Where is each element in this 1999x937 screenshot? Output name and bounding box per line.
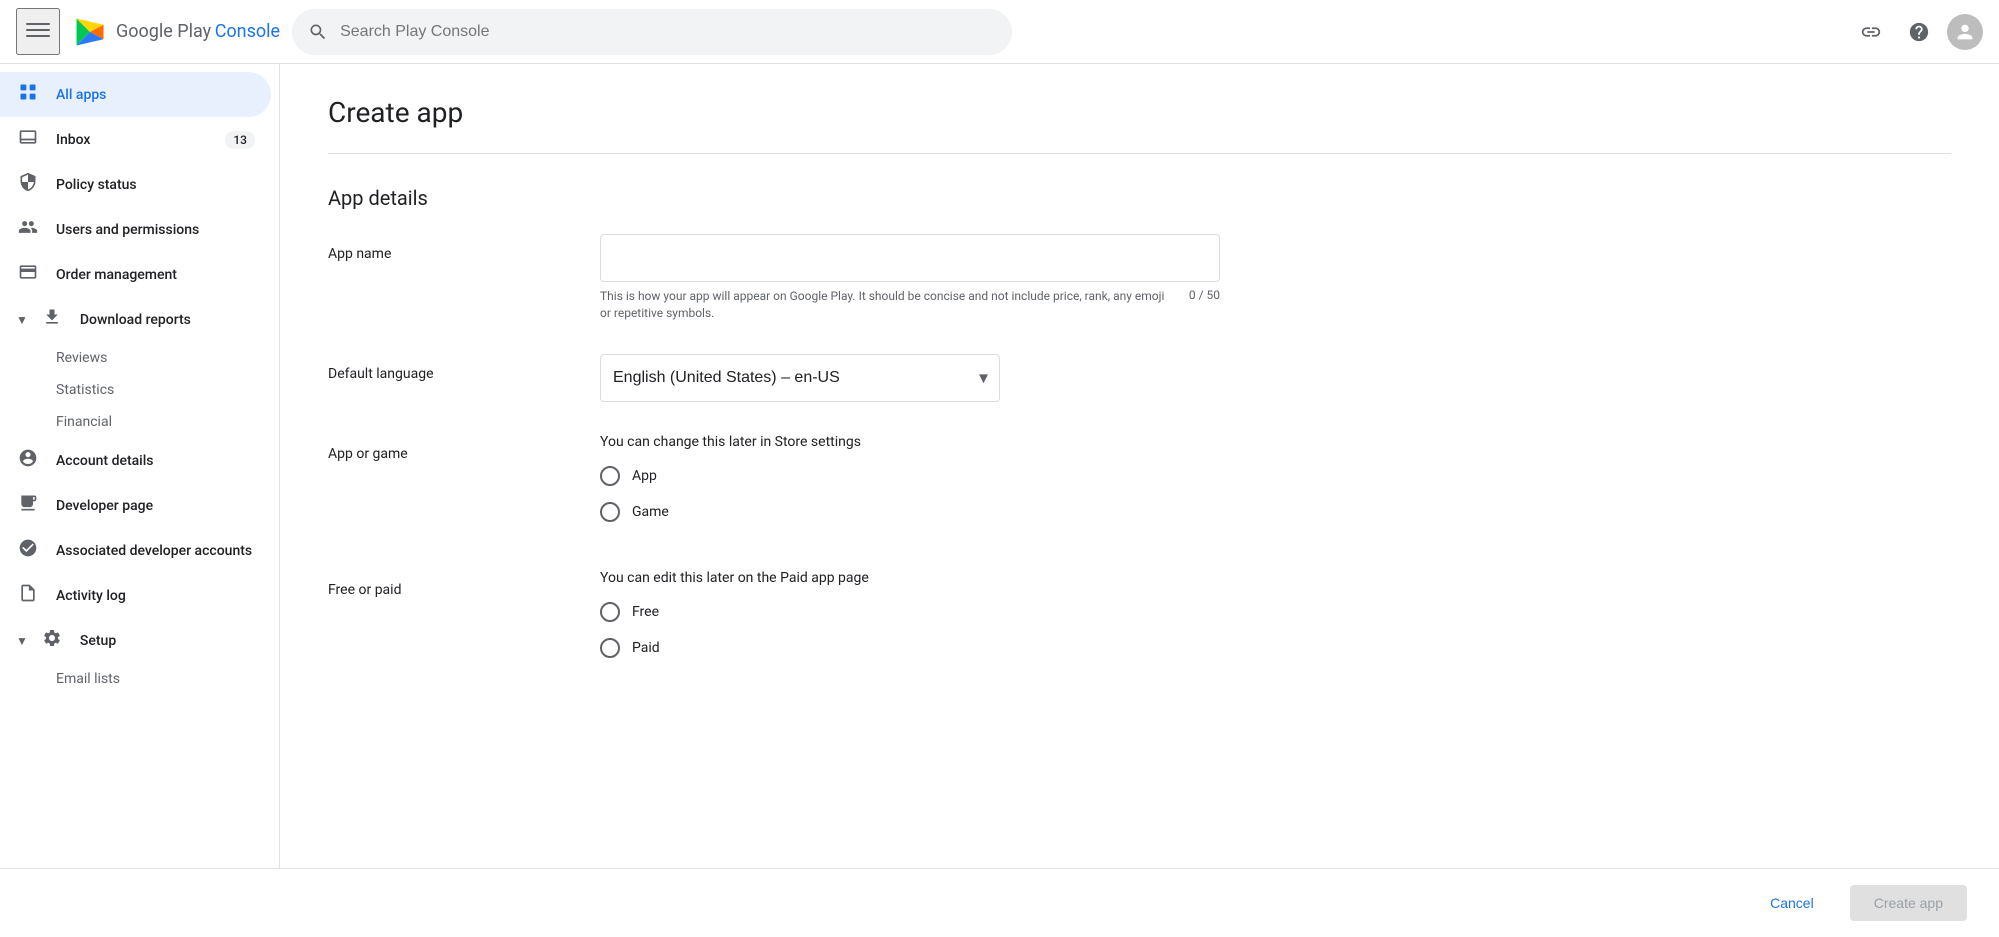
inbox-badge: 13 — [225, 131, 255, 149]
app-radio-circle[interactable] — [600, 466, 620, 486]
page-title: Create app — [328, 96, 1951, 129]
sidebar: All apps Inbox 13 Policy status Users an… — [0, 64, 280, 868]
sidebar-label-activity: Activity log — [56, 588, 126, 604]
download-icon — [40, 307, 64, 332]
all-apps-icon — [16, 82, 40, 107]
create-app-button[interactable]: Create app — [1850, 885, 1967, 921]
app-or-game-row: App or game You can change this later in… — [328, 434, 1951, 538]
search-icon — [308, 22, 328, 42]
link-icon-button[interactable] — [1851, 12, 1891, 52]
users-icon — [16, 217, 40, 242]
account-icon — [16, 448, 40, 473]
app-or-game-field: You can change this later in Store setti… — [600, 434, 1220, 538]
sidebar-label-policy: Policy status — [56, 177, 137, 193]
activity-icon — [16, 583, 40, 608]
free-or-paid-label: Free or paid — [328, 570, 568, 598]
app-or-game-label: App or game — [328, 434, 568, 462]
paid-radio-label: Paid — [632, 640, 660, 656]
app-game-hint: You can change this later in Store setti… — [600, 434, 1220, 450]
policy-icon — [16, 172, 40, 197]
free-paid-hint: You can edit this later on the Paid app … — [600, 570, 1220, 586]
app-name-row: App name This is how your app will appea… — [328, 234, 1951, 322]
sidebar-item-statistics[interactable]: Statistics — [0, 374, 279, 406]
game-radio-label: Game — [632, 504, 669, 520]
char-count: 0 / 50 — [1189, 288, 1220, 322]
menu-icon[interactable] — [16, 8, 60, 55]
main-content: Create app App details App name This is … — [280, 64, 1999, 868]
sidebar-label-developer: Developer page — [56, 498, 153, 514]
paid-radio-circle[interactable] — [600, 638, 620, 658]
free-radio-label: Free — [632, 604, 659, 620]
footer: Cancel Create app — [0, 868, 1999, 937]
expand-setup-icon: ▼ — [16, 634, 28, 648]
inbox-icon — [16, 127, 40, 152]
main-layout: All apps Inbox 13 Policy status Users an… — [0, 64, 1999, 868]
default-language-row: Default language English (United States)… — [328, 354, 1951, 402]
sidebar-label-inbox: Inbox — [56, 132, 90, 148]
section-title: App details — [328, 186, 1951, 210]
sidebar-label-financial: Financial — [56, 414, 112, 430]
free-or-paid-row: Free or paid You can edit this later on … — [328, 570, 1951, 674]
game-radio-circle[interactable] — [600, 502, 620, 522]
header: Google Play Console — [0, 0, 1999, 64]
default-language-label: Default language — [328, 354, 568, 382]
app-name-hint: This is how your app will appear on Goog… — [600, 288, 1220, 322]
sidebar-label-account: Account details — [56, 453, 154, 469]
header-actions — [1851, 12, 1983, 52]
sidebar-item-activity[interactable]: Activity log — [0, 573, 271, 618]
free-radio-option[interactable]: Free — [600, 602, 1220, 622]
app-radio-option[interactable]: App — [600, 466, 1220, 486]
app-logo: Google Play Console — [72, 14, 280, 50]
sidebar-item-all-apps[interactable]: All apps — [0, 72, 271, 117]
associated-icon — [16, 538, 40, 563]
sidebar-label-email-lists: Email lists — [56, 671, 120, 687]
help-icon-button[interactable] — [1899, 12, 1939, 52]
free-radio-circle[interactable] — [600, 602, 620, 622]
app-name-input[interactable] — [600, 234, 1220, 282]
free-or-paid-field: You can edit this later on the Paid app … — [600, 570, 1220, 674]
sidebar-item-policy[interactable]: Policy status — [0, 162, 271, 207]
language-select[interactable]: English (United States) – en-US English … — [600, 354, 1000, 402]
sidebar-item-account[interactable]: Account details — [0, 438, 271, 483]
sidebar-item-users[interactable]: Users and permissions — [0, 207, 271, 252]
sidebar-item-reviews[interactable]: Reviews — [0, 342, 279, 374]
order-icon — [16, 262, 40, 287]
sidebar-label-associated: Associated developer accounts — [56, 543, 252, 559]
sidebar-label-users: Users and permissions — [56, 222, 199, 238]
game-radio-option[interactable]: Game — [600, 502, 1220, 522]
default-language-field: English (United States) – en-US English … — [600, 354, 1220, 402]
sidebar-item-setup[interactable]: ▼ Setup — [0, 618, 271, 663]
cancel-button[interactable]: Cancel — [1746, 885, 1838, 921]
search-bar[interactable] — [292, 9, 1012, 55]
sidebar-item-financial[interactable]: Financial — [0, 406, 279, 438]
language-select-wrapper: English (United States) – en-US English … — [600, 354, 1000, 402]
sidebar-item-email-lists[interactable]: Email lists — [0, 663, 279, 695]
sidebar-item-developer[interactable]: Developer page — [0, 483, 271, 528]
developer-icon — [16, 493, 40, 518]
sidebar-item-inbox[interactable]: Inbox 13 — [0, 117, 271, 162]
expand-download-icon: ▼ — [16, 313, 28, 327]
sidebar-label-order: Order management — [56, 267, 177, 283]
sidebar-label-statistics: Statistics — [56, 382, 114, 398]
app-radio-label: App — [632, 468, 657, 484]
app-name-hint-text: This is how your app will appear on Goog… — [600, 288, 1173, 322]
sidebar-label-download: Download reports — [80, 312, 191, 328]
paid-radio-option[interactable]: Paid — [600, 638, 1220, 658]
app-name-field: This is how your app will appear on Goog… — [600, 234, 1220, 322]
sidebar-label-reviews: Reviews — [56, 350, 107, 366]
setup-icon — [40, 628, 64, 653]
sidebar-label-setup: Setup — [80, 633, 116, 649]
user-avatar[interactable] — [1947, 14, 1983, 50]
app-name-label: App name — [328, 234, 568, 262]
sidebar-item-download[interactable]: ▼ Download reports — [0, 297, 271, 342]
sidebar-item-associated[interactable]: Associated developer accounts — [0, 528, 271, 573]
sidebar-item-order[interactable]: Order management — [0, 252, 271, 297]
section-divider — [328, 153, 1951, 154]
logo-text: Google Play Console — [116, 21, 280, 42]
search-input[interactable] — [340, 23, 996, 41]
sidebar-label-all-apps: All apps — [56, 87, 106, 103]
